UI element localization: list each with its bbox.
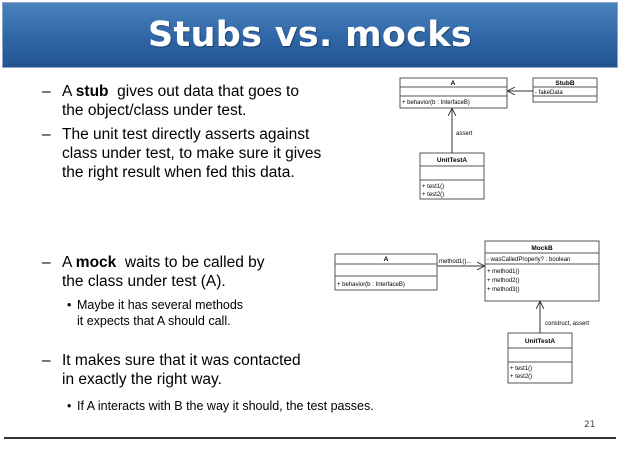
uml-class-mockb: MockB - wasCalledProperly? : boolean + m…	[484, 240, 600, 302]
uml-class-a-method: + behavior(b : InterfaceB)	[402, 100, 470, 106]
mock-diagram: A + behavior(b : InterfaceB) MockB - was…	[334, 240, 600, 384]
uml-class-stubb: StubB - fakeData	[532, 77, 598, 103]
assert-label: assert	[456, 131, 473, 137]
uml-class-mockb-method1: + method1()	[487, 269, 520, 275]
uml-diagrams: A + behavior(b : InterfaceB) StubB - fak…	[334, 77, 600, 384]
uml-class-a-name: A	[451, 80, 456, 87]
uml-class-unittesta-mock: UnitTestA + test1() + test2()	[507, 332, 573, 384]
uml-class-mockb-method2: + method2()	[487, 278, 520, 284]
uml-class-unittesta-method1: + test1()	[422, 184, 444, 190]
uml-class-mockb-method3: + method3()	[487, 287, 520, 293]
uml-class-unittesta-mock-method2: + test2()	[510, 374, 532, 380]
call-label: method1()...	[439, 259, 472, 265]
uml-class-a: A + behavior(b : InterfaceB)	[399, 77, 508, 109]
uml-class-a-mock-name: A	[384, 256, 389, 263]
uml-class-a-mock: A + behavior(b : InterfaceB)	[334, 253, 438, 291]
uml-class-unittesta: UnitTestA + test1() + test2()	[419, 152, 485, 200]
uml-class-unittesta-mock-method1: + test1()	[510, 366, 532, 372]
uml-class-stubb-attr: - fakeData	[535, 90, 563, 96]
construct-assert-label: construct, assert	[545, 321, 589, 327]
stub-diagram: A + behavior(b : InterfaceB) StubB - fak…	[399, 77, 598, 200]
uml-class-a-mock-method: + behavior(b : InterfaceB)	[337, 282, 405, 288]
uml-class-unittesta-name: UnitTestA	[437, 157, 468, 164]
uml-class-mockb-name: MockB	[531, 245, 553, 252]
page-number: 21	[584, 420, 596, 430]
uml-class-stubb-name: StubB	[555, 80, 574, 87]
footer-divider	[4, 437, 616, 439]
uml-class-mockb-attr: - wasCalledProperly? : boolean	[487, 257, 570, 263]
uml-class-unittesta-mock-name: UnitTestA	[525, 338, 556, 345]
uml-class-unittesta-method2: + test2()	[422, 192, 444, 198]
